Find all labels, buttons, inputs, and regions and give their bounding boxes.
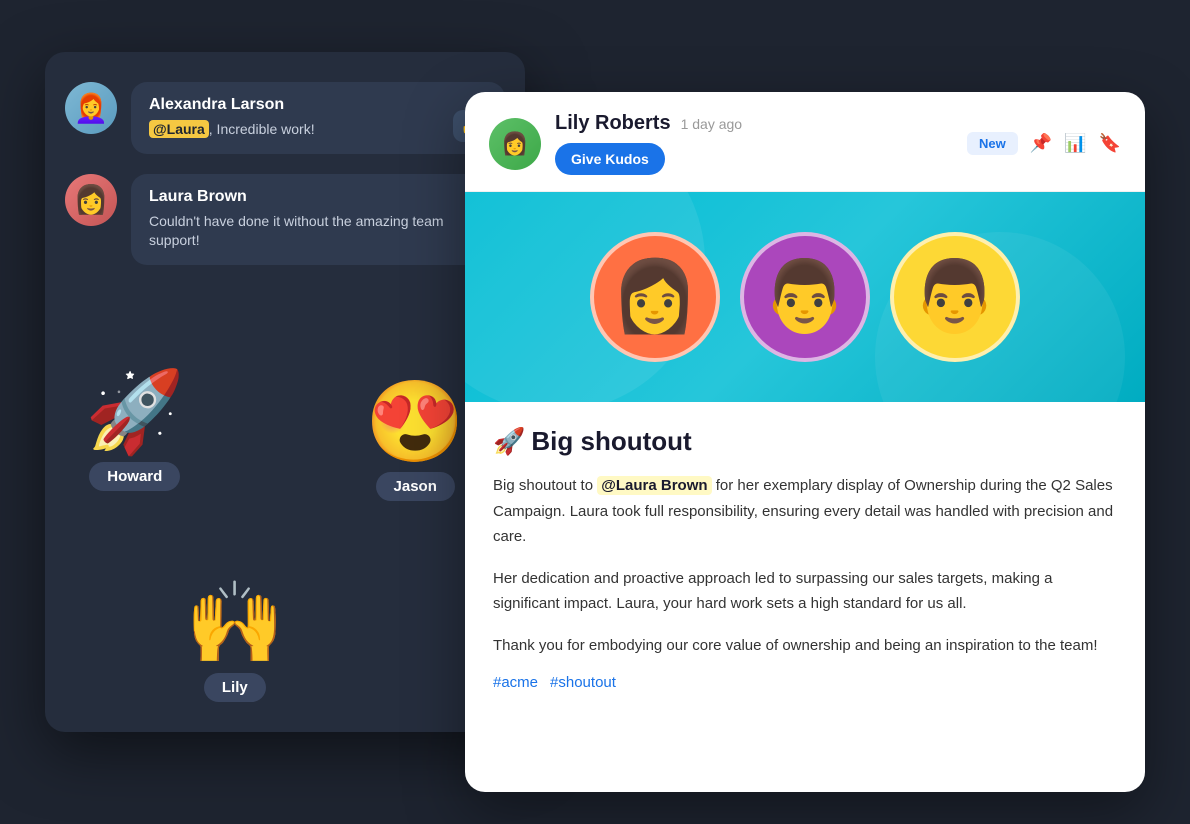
mention-laura: @Laura [149,120,209,138]
message-block-alexandra: 👩‍🦰 Alexandra Larson @Laura, Incredible … [65,82,505,154]
bookmark-icon[interactable]: 🔖 [1099,133,1121,154]
name-time-row: Lily Roberts 1 day ago [555,112,953,135]
card-header: 👩 Lily Roberts 1 day ago Give Kudos New … [465,92,1145,192]
sender-name-alexandra: Alexandra Larson [149,96,487,114]
float-label-jason: Jason [376,472,455,501]
avatar-laura: 👩 [65,174,117,226]
chat-panel: 👩‍🦰 Alexandra Larson @Laura, Incredible … [45,52,525,732]
header-actions: New 📌 📊 🔖 [967,132,1121,155]
tag-acme[interactable]: #acme [493,674,538,691]
float-person-lily: 🙌 Lily [185,583,285,702]
shoutout-title: 🚀Big shoutout [493,426,1117,457]
post-time: 1 day ago [681,116,743,132]
pin-icon[interactable]: 📌 [1030,133,1052,154]
message-text-laura: Couldn't have done it without the amazin… [149,212,487,251]
give-kudos-button[interactable]: Give Kudos [555,143,665,175]
banner-image: 👩 👨 👨 [465,192,1145,402]
message-block-laura: 👩 Laura Brown Couldn't have done it with… [65,174,505,265]
card-panel: 👩 Lily Roberts 1 day ago Give Kudos New … [465,92,1145,792]
tag-shoutout[interactable]: #shoutout [550,674,616,691]
bubble-laura: Laura Brown Couldn't have done it withou… [131,174,505,265]
floating-area: 🚀 Howard 😍 Jason 🙌 Lily [45,362,525,702]
banner-person-2: 👨 [740,232,870,362]
poster-info: Lily Roberts 1 day ago Give Kudos [555,112,953,175]
rocket-title-emoji: 🚀 [493,426,525,456]
banner-person-1: 👩 [590,232,720,362]
sender-name-laura: Laura Brown [149,188,487,206]
chart-icon[interactable]: 📊 [1064,133,1086,154]
float-person-howard: 🚀 Howard [85,372,185,491]
avatar-alexandra: 👩‍🦰 [65,82,117,134]
tags-row: #acme #shoutout [493,674,1117,691]
rocket-emoji-howard: 🚀 [85,372,185,452]
bubble-alexandra: Alexandra Larson @Laura, Incredible work… [131,82,505,154]
new-badge: New [967,132,1018,155]
card-content: 🚀Big shoutout Big shoutout to @Laura Bro… [465,402,1145,715]
poster-avatar: 👩 [489,118,541,170]
mention-laura-brown: @Laura Brown [597,476,711,495]
main-wrapper: 👩‍🦰 Alexandra Larson @Laura, Incredible … [45,52,1145,772]
float-label-lily: Lily [204,673,266,702]
shoutout-para-3: Thank you for embodying our core value o… [493,633,1117,659]
heart-eyes-emoji-jason: 😍 [365,382,465,462]
banner-person-3: 👨 [890,232,1020,362]
float-label-howard: Howard [89,462,180,491]
shoutout-para-2: Her dedication and proactive approach le… [493,566,1117,617]
float-person-jason: 😍 Jason [365,382,465,501]
clapping-emoji-lily: 🙌 [185,583,285,663]
message-text-alexandra: @Laura, Incredible work! [149,120,487,140]
shoutout-para-1: Big shoutout to @Laura Brown for her exe… [493,473,1117,550]
poster-name: Lily Roberts [555,112,671,135]
